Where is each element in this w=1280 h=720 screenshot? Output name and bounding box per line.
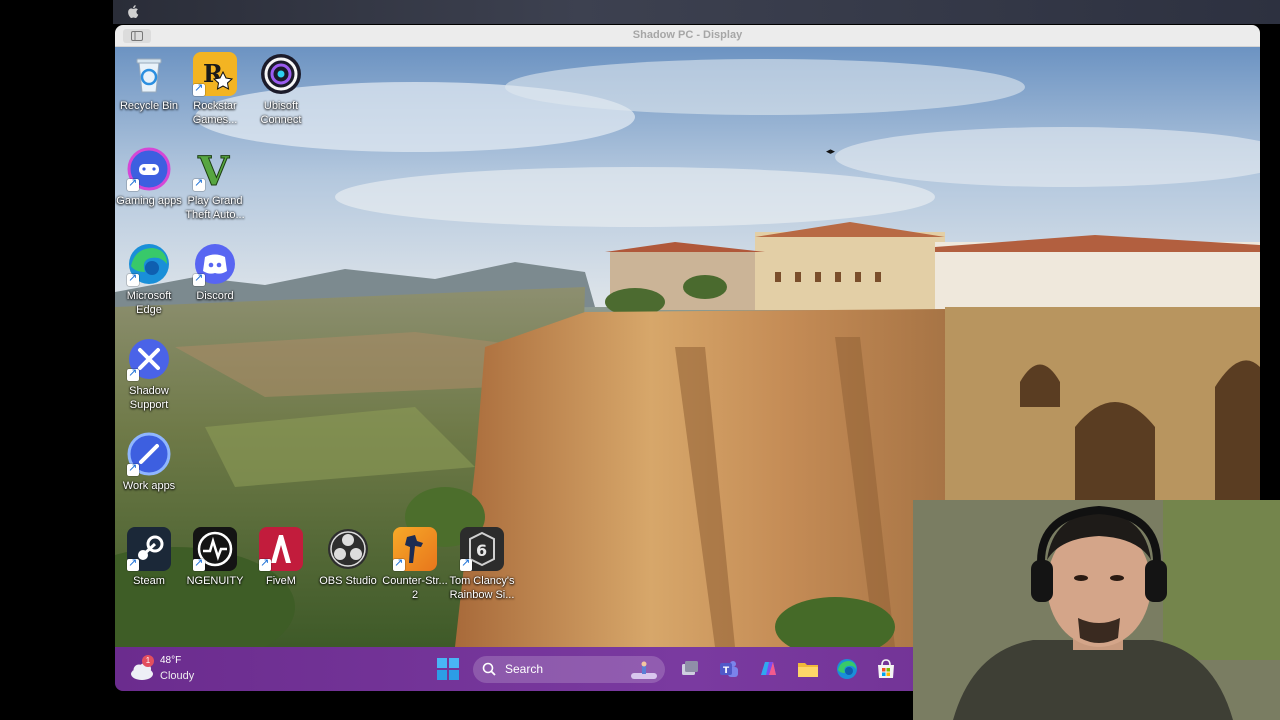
desktop-icon-label: Work apps — [122, 480, 176, 492]
desktop-icon-label: NGENUITY — [186, 575, 244, 587]
fivem-icon — [259, 527, 303, 571]
work-apps-icon — [127, 432, 171, 476]
copilot-icon[interactable] — [756, 657, 780, 681]
shortcut-arrow-icon — [193, 81, 205, 96]
weather-widget[interactable]: 1 48°F Cloudy — [129, 655, 219, 685]
shortcut-arrow-icon — [127, 366, 139, 381]
desktop-icon-label: Rockstar Games... — [192, 100, 238, 126]
search-icon — [482, 662, 496, 676]
desktop-icon-label: Gaming apps — [116, 195, 182, 207]
svg-text:6: 6 — [476, 541, 487, 560]
start-icon[interactable] — [437, 658, 459, 680]
rainbow-six-icon: 6 — [460, 527, 504, 571]
window-title: Shadow PC - Display — [632, 29, 743, 41]
desktop-icon-label: Tom Clancy's Rainbow Si... — [449, 575, 515, 601]
desktop-icon-ngenuity[interactable]: NGENUITY — [182, 527, 248, 588]
apple-icon[interactable] — [127, 4, 140, 19]
desktop-icon-discord[interactable]: Discord — [182, 242, 248, 303]
desktop-icon-label: Play Grand Theft Auto... — [185, 195, 245, 221]
desktop-icon-rainbow-six[interactable]: 6 Tom Clancy's Rainbow Si... — [449, 527, 515, 602]
file-explorer-icon[interactable] — [796, 657, 820, 681]
streamer-video — [913, 500, 1280, 720]
window-titlebar[interactable]: Shadow PC - Display — [115, 25, 1260, 47]
shortcut-arrow-icon — [460, 556, 472, 571]
desktop-icon-counter-strike[interactable]: Counter-Str... 2 — [382, 527, 448, 602]
shortcut-arrow-icon — [127, 176, 139, 191]
edge-icon — [127, 242, 171, 286]
desktop-icon-label: Shadow Support — [129, 385, 169, 411]
resize-cursor-icon: ◂▸ — [826, 147, 836, 157]
desktop-icon-label: Ubisoft Connect — [260, 100, 302, 126]
edge-icon[interactable] — [835, 657, 859, 681]
desktop-icon-work-apps[interactable]: Work apps — [116, 432, 182, 493]
desktop-icon-ubisoft-connect[interactable]: Ubisoft Connect — [248, 52, 314, 127]
desktop-icon-label: Steam — [133, 575, 165, 587]
desktop-icon-label: FiveM — [266, 575, 296, 587]
desktop-icon-gta[interactable]: V Play Grand Theft Auto... — [182, 147, 248, 222]
steam-icon — [127, 527, 171, 571]
desktop-icon-label: OBS Studio — [319, 575, 377, 587]
taskbar-search-box[interactable]: Search — [473, 656, 665, 683]
desktop-icon-fivem[interactable]: FiveM — [248, 527, 314, 588]
search-highlight-icon — [631, 661, 657, 679]
shortcut-arrow-icon — [127, 271, 139, 286]
desktop-icon-label: Discord — [196, 290, 234, 302]
ngenuity-icon — [193, 527, 237, 571]
desktop-icon-steam[interactable]: Steam — [116, 527, 182, 588]
ubisoft-connect-icon — [259, 52, 303, 96]
task-view-icon[interactable] — [678, 657, 702, 681]
shortcut-arrow-icon — [127, 461, 139, 476]
desktop-icon-shadow-support[interactable]: Shadow Support — [116, 337, 182, 412]
mac-menu-bar — [113, 0, 1280, 24]
shadow-support-icon — [127, 337, 171, 381]
teams-icon[interactable]: T — [717, 657, 741, 681]
gaming-apps-icon — [127, 147, 171, 191]
desktop-icon-label: Recycle Bin — [119, 100, 179, 112]
desktop-icon-label: Counter-Str... 2 — [382, 575, 448, 601]
discord-icon — [193, 242, 237, 286]
store-icon[interactable] — [874, 657, 898, 681]
obs-studio-icon — [326, 527, 370, 571]
notification-badge: 1 — [142, 655, 154, 667]
recycle-bin-icon — [127, 52, 171, 96]
desktop-icon-gaming-apps[interactable]: Gaming apps — [116, 147, 182, 208]
search-label: Search — [505, 662, 544, 676]
svg-text:T: T — [723, 666, 730, 676]
shortcut-arrow-icon — [393, 556, 405, 571]
desktop-icon-label: Microsoft Edge — [126, 290, 172, 316]
weather-temperature: 48°F — [160, 655, 182, 666]
shortcut-arrow-icon — [127, 556, 139, 571]
weather-condition: Cloudy — [160, 670, 195, 682]
counter-strike-icon — [393, 527, 437, 571]
desktop-icon-recycle-bin[interactable]: Recycle Bin — [116, 52, 182, 113]
shortcut-arrow-icon — [259, 556, 271, 571]
rockstar-games-icon: R — [193, 52, 237, 96]
webcam-overlay — [913, 500, 1280, 720]
shortcut-arrow-icon — [193, 176, 205, 191]
gta-v-icon: V — [193, 147, 237, 196]
desktop-icon-rockstar-games[interactable]: R Rockstar Games... — [182, 52, 248, 127]
desktop-icon-obs-studio[interactable]: OBS Studio — [315, 527, 381, 588]
shortcut-arrow-icon — [193, 556, 205, 571]
shortcut-arrow-icon — [193, 271, 205, 286]
desktop-icon-microsoft-edge[interactable]: Microsoft Edge — [116, 242, 182, 317]
